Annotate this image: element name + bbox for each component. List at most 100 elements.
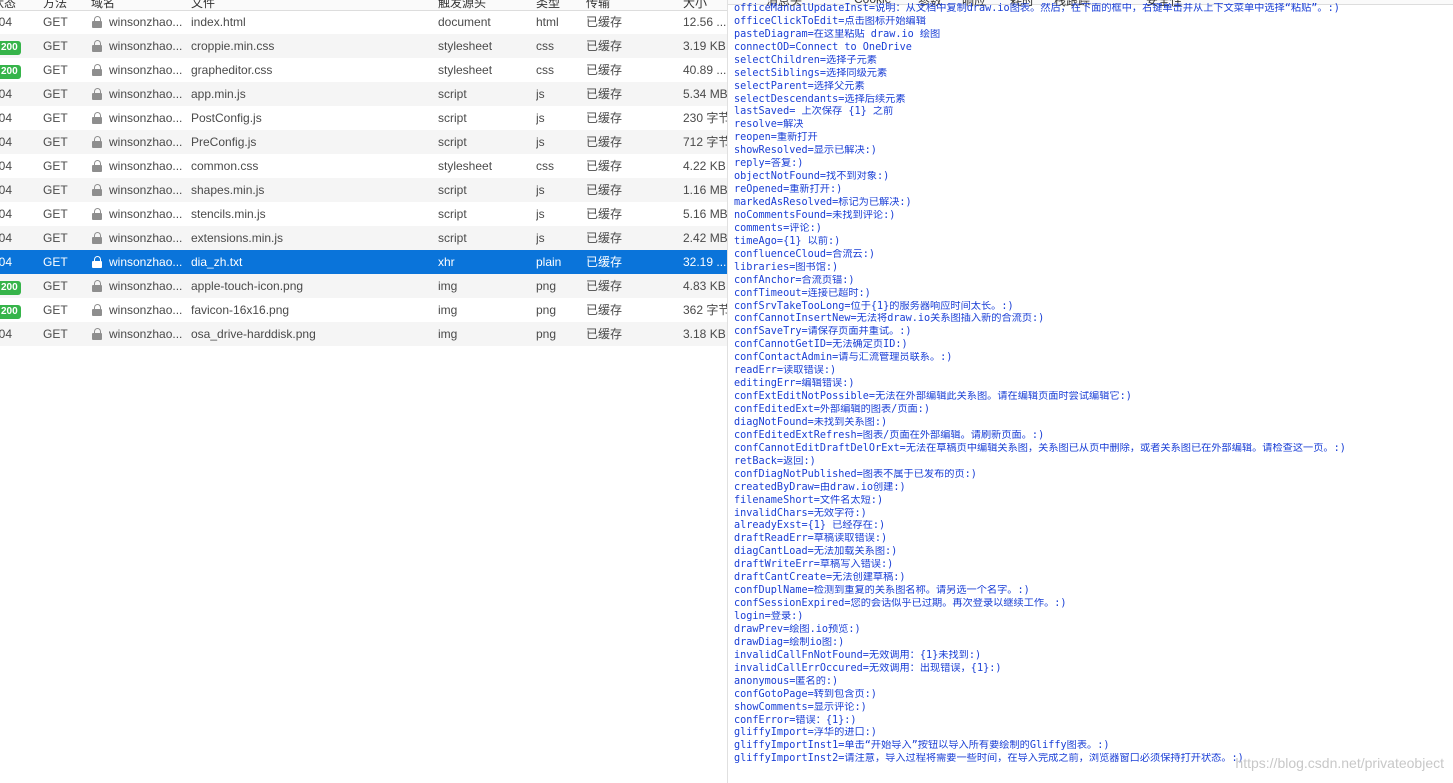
- request-row[interactable]: 304 GET winsonzhao... shapes.min.js script js…: [0, 178, 727, 202]
- response-line: selectSiblings=选择同级元素: [734, 67, 888, 79]
- request-file: index.html: [191, 15, 246, 29]
- request-method: GET: [43, 303, 68, 317]
- request-transfer: 已缓存: [586, 327, 623, 341]
- request-file: stencils.min.js: [191, 207, 266, 221]
- request-row[interactable]: 304 GET winsonzhao... dia_zh.txt xhr plain 已缓存…: [0, 250, 727, 274]
- status-badge: 200: [0, 65, 21, 79]
- request-row[interactable]: 304 GET winsonzhao... PreConfig.js script js 已…: [0, 130, 727, 154]
- status-code: 304: [0, 327, 13, 341]
- request-cause: document: [438, 15, 491, 29]
- response-line: invalidChars=无效字符:): [734, 507, 867, 519]
- response-line: selectDescendants=选择后续元素: [734, 93, 906, 105]
- request-row[interactable]: 304 GET winsonzhao... extensions.min.js scri…: [0, 226, 727, 250]
- request-transfer: 已缓存: [586, 63, 623, 77]
- response-line: confSessionExpired=您的会话似乎已过期。再次登录以继续工作。:…: [734, 598, 1067, 610]
- request-row[interactable]: 200 GET winsonzhao... croppie.min.css styles…: [0, 34, 727, 58]
- request-type: js: [536, 87, 545, 101]
- status-code: 304: [0, 207, 13, 221]
- status-badge: 200: [0, 41, 21, 55]
- request-method: GET: [43, 183, 68, 197]
- request-size: 230 字节: [683, 111, 727, 125]
- request-domain: winsonzhao...: [109, 39, 183, 53]
- request-size: 712 字节: [683, 135, 727, 149]
- response-line: showResolved=显示已解决:): [734, 145, 877, 157]
- lock-icon: [92, 322, 104, 346]
- status-code: 200: [0, 298, 22, 322]
- request-row[interactable]: 304 GET winsonzhao... stencils.min.js script…: [0, 202, 727, 226]
- request-domain: winsonzhao...: [109, 255, 183, 269]
- request-cause: img: [438, 303, 458, 317]
- request-cause: script: [438, 87, 467, 101]
- response-line: invalidCallErrOccured=无效调用：出现错误，{1}:): [734, 662, 1002, 674]
- request-method: GET: [43, 231, 68, 245]
- response-body[interactable]: shareCursor=分享光标officeManualUpdateInst=说…: [734, 0, 1450, 766]
- request-cause: script: [438, 183, 467, 197]
- response-line: gliffyImportInst1=单击“开始导入”按钮以导入所有要绘制的Gli…: [734, 740, 1110, 752]
- response-line: draftReadErr=草稿读取错误:): [734, 533, 888, 545]
- request-size: 32.19 ...: [683, 255, 727, 269]
- response-line: readErr=读取错误:): [734, 365, 837, 377]
- request-transfer: 已缓存: [586, 303, 623, 317]
- request-transfer: 已缓存: [586, 111, 623, 125]
- lock-icon: [92, 10, 104, 34]
- response-line: confDuplName=检测到重复的关系图名称。请另选一个名字。:): [734, 585, 1030, 597]
- request-file: shapes.min.js: [191, 183, 265, 197]
- response-line: confCannotGetID=无法确定页ID:): [734, 339, 908, 351]
- response-line: confluenceCloud=合流云:): [734, 248, 875, 260]
- request-row[interactable]: 304 GET winsonzhao... index.html document htm…: [0, 10, 727, 34]
- request-type: js: [536, 183, 545, 197]
- response-line: confContactAdmin=请与汇流管理员联系。:): [734, 352, 953, 364]
- lock-icon: [92, 58, 104, 82]
- request-size: 362 字节: [683, 303, 727, 317]
- watermark: https://blog.csdn.net/privateobject: [1235, 755, 1444, 771]
- status-code: 304: [0, 159, 13, 173]
- request-row[interactable]: 200 GET winsonzhao... favicon-16x16.png img p…: [0, 298, 727, 322]
- request-size: 5.16 MB: [683, 207, 727, 221]
- request-size: 2.42 MB: [683, 231, 727, 245]
- request-cause: img: [438, 279, 458, 293]
- status-code: 304: [0, 231, 13, 245]
- request-transfer: 已缓存: [586, 255, 623, 269]
- request-method: GET: [43, 63, 68, 77]
- status-code: 304: [0, 15, 13, 29]
- request-domain: winsonzhao...: [109, 279, 183, 293]
- response-line: officeManualUpdateInst=说明：从文档中复制draw.io图…: [734, 2, 1340, 14]
- request-type: js: [536, 111, 545, 125]
- request-method: GET: [43, 255, 68, 269]
- request-file: dia_zh.txt: [191, 255, 243, 269]
- request-row[interactable]: 200 GET winsonzhao... grapheditor.css styles…: [0, 58, 727, 82]
- request-file: grapheditor.css: [191, 63, 273, 77]
- request-row[interactable]: 200 GET winsonzhao... apple-touch-icon.png i…: [0, 274, 727, 298]
- request-transfer: 已缓存: [586, 183, 623, 197]
- request-row[interactable]: 304 GET winsonzhao... PostConfig.js script js…: [0, 106, 727, 130]
- response-line: libraries=图书馆:): [734, 261, 839, 273]
- request-size: 12.56 ...: [683, 15, 727, 29]
- request-domain: winsonzhao...: [109, 111, 183, 125]
- request-file: common.css: [191, 159, 259, 173]
- request-file: PreConfig.js: [191, 135, 257, 149]
- request-row[interactable]: 304 GET winsonzhao... app.min.js script js 已缓存…: [0, 82, 727, 106]
- request-size: 3.18 KB: [683, 327, 726, 341]
- request-file: favicon-16x16.png: [191, 303, 290, 317]
- response-line: confEditedExt=外部编辑的图表/页面:): [734, 404, 930, 415]
- lock-icon: [92, 202, 104, 226]
- lock-icon: [92, 82, 104, 106]
- response-line: selectParent=选择父元素: [734, 80, 865, 92]
- status-badge: 200: [0, 281, 21, 295]
- request-method: GET: [43, 135, 68, 149]
- response-line: confGotoPage=转到包含页:): [734, 688, 877, 700]
- request-cause: stylesheet: [438, 63, 493, 77]
- request-row[interactable]: 304 GET winsonzhao... common.css stylesheet c…: [0, 154, 727, 178]
- request-row[interactable]: 304 GET winsonzhao... osa_drive-harddisk.pn…: [0, 322, 727, 346]
- response-line: gliffyImport=浮华的进口:): [734, 727, 877, 739]
- response-line: markedAsResolved=标记为已解决:): [734, 197, 912, 208]
- request-file: PostConfig.js: [191, 111, 262, 125]
- request-size: 40.89 ...: [683, 63, 727, 77]
- response-line: editingErr=编辑错误:): [734, 378, 855, 390]
- lock-icon: [92, 226, 104, 250]
- lock-icon: [92, 106, 104, 130]
- response-line: reOpened=重新打开:): [734, 184, 843, 196]
- request-transfer: 已缓存: [586, 279, 623, 293]
- response-line: selectChildren=选择子元素: [734, 54, 877, 66]
- request-type: png: [536, 303, 557, 317]
